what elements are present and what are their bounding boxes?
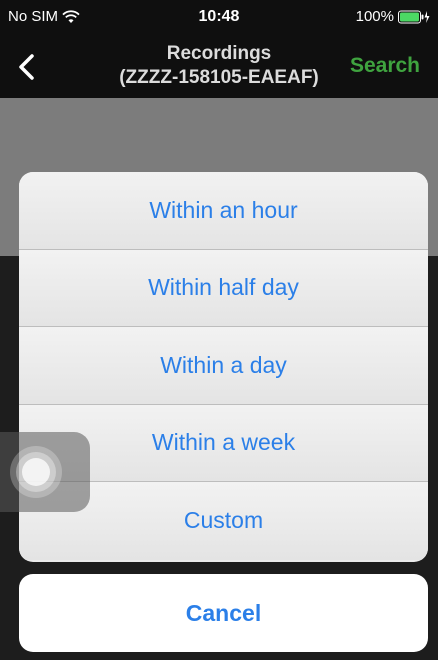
- status-right: 100%: [356, 8, 430, 25]
- cancel-button[interactable]: Cancel: [19, 574, 428, 652]
- option-within-half-day[interactable]: Within half day: [19, 249, 428, 327]
- option-within-a-day[interactable]: Within a day: [19, 327, 428, 405]
- battery-charging-icon: [398, 10, 430, 23]
- battery-percent: 100%: [355, 8, 394, 25]
- assistive-touch-icon: [10, 446, 62, 498]
- option-within-an-hour[interactable]: Within an hour: [19, 172, 428, 250]
- navigation-bar: Recordings (ZZZZ-158105-EAEAF) Search: [0, 36, 438, 98]
- assistive-touch-button[interactable]: [0, 432, 90, 512]
- screen: No SIM 10:48 100% Recordings (ZZZZ-15810…: [0, 0, 438, 660]
- status-bar: No SIM 10:48 100%: [0, 0, 438, 36]
- search-button[interactable]: Search: [350, 54, 420, 78]
